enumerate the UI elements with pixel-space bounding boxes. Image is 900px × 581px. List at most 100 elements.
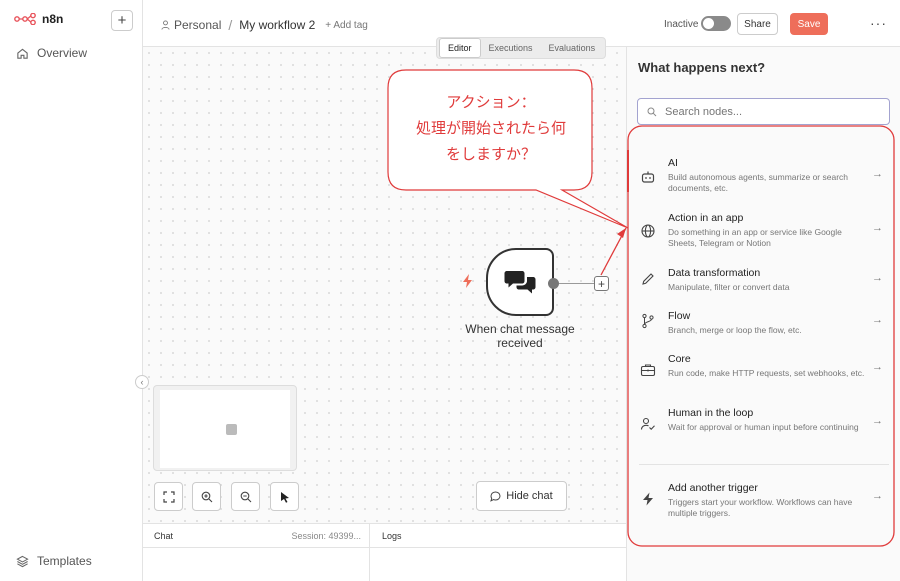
sidebar: n8n + Overview Templates <box>0 0 143 581</box>
add-button[interactable]: + <box>111 10 133 31</box>
category-description: Manipulate, filter or convert data <box>668 282 790 292</box>
plus-icon: + <box>597 276 605 291</box>
category-name: Add another trigger <box>668 482 758 494</box>
breadcrumb-project[interactable]: Personal <box>174 18 221 32</box>
minimap-viewport <box>160 390 290 468</box>
n8n-logo[interactable]: n8n <box>14 12 63 26</box>
n8n-logo-icon <box>14 13 36 25</box>
add-tag-link[interactable]: + Add tag <box>325 20 368 31</box>
cursor-icon <box>280 491 289 503</box>
trigger-bolt-icon <box>462 274 473 291</box>
category-name: AI <box>668 157 678 169</box>
minimap[interactable] <box>153 385 297 471</box>
annotation-line3: をしますか？ <box>445 145 536 163</box>
share-button[interactable]: Share <box>737 13 778 35</box>
sidebar-item-label: Templates <box>37 554 92 568</box>
category-description: Wait for approval or human input before … <box>668 422 859 432</box>
chat-panel-body[interactable] <box>143 548 370 581</box>
node-output-handle[interactable] <box>548 278 559 289</box>
trigger-divider <box>639 464 889 465</box>
zoom-out-icon <box>240 491 251 502</box>
home-icon <box>17 48 28 59</box>
node-label-line2: received <box>497 336 543 350</box>
category-description: Build autonomous agents, summarize or se… <box>668 172 849 193</box>
sidebar-item-overview[interactable]: Overview <box>16 46 87 60</box>
sidebar-item-templates[interactable]: Templates <box>16 554 92 568</box>
arrow-right-icon: → <box>872 272 883 284</box>
search-box[interactable] <box>637 98 890 125</box>
node-creator-panel: What happens next? AI Build autonomous a… <box>626 47 900 581</box>
zoom-in-button[interactable] <box>192 482 221 511</box>
user-check-icon <box>640 417 655 430</box>
arrow-right-icon: → <box>872 168 883 180</box>
minimap-node <box>226 424 237 435</box>
globe-icon <box>641 224 655 238</box>
tab-editor[interactable]: Editor <box>439 38 481 58</box>
tidy-up-button[interactable] <box>270 482 299 511</box>
arrow-right-icon: → <box>872 361 883 373</box>
plus-icon: + <box>117 12 127 29</box>
panel-title: What happens next? <box>638 60 766 75</box>
tab-evaluations[interactable]: Evaluations <box>541 39 604 57</box>
active-toggle[interactable] <box>701 16 731 31</box>
bottom-panel: Chat Session: 49399... Logs <box>143 523 626 581</box>
fullscreen-icon <box>162 490 175 503</box>
n8n-editor-window: n8n + Overview Templates Personal / My w… <box>0 0 900 581</box>
category-name: Core <box>668 353 691 365</box>
save-button[interactable]: Save <box>790 13 828 35</box>
node-connector-line <box>559 283 595 284</box>
category-name: Data transformation <box>668 267 761 279</box>
category-name: Human in the loop <box>668 407 754 419</box>
hide-chat-button[interactable]: Hide chat <box>476 481 567 511</box>
annotation-line2: 処理が開始されたら何 <box>415 119 566 137</box>
session-id[interactable]: Session: 49399... <box>291 531 361 541</box>
annotation-line1: アクション： <box>446 93 536 111</box>
branch-icon <box>642 313 654 329</box>
breadcrumb-separator: / <box>228 17 233 33</box>
chat-icon <box>490 490 501 502</box>
status-label: Inactive <box>664 19 699 30</box>
tab-executions[interactable]: Executions <box>481 39 541 57</box>
logo-text: n8n <box>42 12 64 26</box>
hide-chat-label: Hide chat <box>506 490 553 502</box>
category-description: Run code, make HTTP requests, set webhoo… <box>668 368 865 378</box>
category-description: Branch, merge or loop the flow, etc. <box>668 325 802 335</box>
sidebar-item-label: Overview <box>37 46 88 60</box>
logs-title: Logs <box>382 531 402 541</box>
search-input[interactable] <box>665 105 865 118</box>
robot-icon <box>641 171 655 183</box>
breadcrumb: Personal / My workflow 2 + Add tag <box>161 17 368 33</box>
category-name: Flow <box>668 310 691 322</box>
node-label: When chat message received <box>458 322 582 350</box>
category-description: Do something in an app or service like G… <box>668 227 842 248</box>
arrow-right-icon: → <box>872 415 883 427</box>
pen-icon <box>642 273 654 285</box>
toolbox-icon <box>640 364 656 377</box>
fit-view-button[interactable] <box>154 482 183 511</box>
search-icon <box>647 107 657 116</box>
workflow-name[interactable]: My workflow 2 <box>239 18 315 32</box>
chat-bubbles-icon <box>504 271 536 294</box>
category-name: Action in an app <box>668 212 744 224</box>
zoom-out-button[interactable] <box>231 482 260 511</box>
annotation-text: アクション： 処理が開始されたら何 をしますか？ <box>390 89 592 167</box>
view-tabs: Editor Executions Evaluations <box>436 37 607 59</box>
chat-trigger-node[interactable] <box>486 248 554 316</box>
logs-panel-header: Logs <box>370 524 626 548</box>
chevron-left-icon: ‹ <box>140 377 144 387</box>
more-options-button[interactable]: ··· <box>870 15 887 31</box>
layers-icon <box>16 555 29 567</box>
user-icon <box>161 20 170 30</box>
category-description: Triggers start your workflow. Workflows … <box>668 497 853 518</box>
zoom-in-icon <box>201 491 212 502</box>
add-next-node-button[interactable]: + <box>594 276 609 291</box>
bolt-icon <box>643 492 653 506</box>
chat-title: Chat <box>154 531 174 541</box>
arrow-right-icon: → <box>872 490 883 502</box>
active-item-indicator <box>627 150 629 192</box>
chat-panel-header: Chat Session: 49399... <box>143 524 370 548</box>
arrow-right-icon: → <box>872 314 883 326</box>
node-label-line1: When chat message <box>465 322 575 336</box>
collapse-sidebar-button[interactable]: ‹ <box>135 375 149 389</box>
arrow-right-icon: → <box>872 222 883 234</box>
